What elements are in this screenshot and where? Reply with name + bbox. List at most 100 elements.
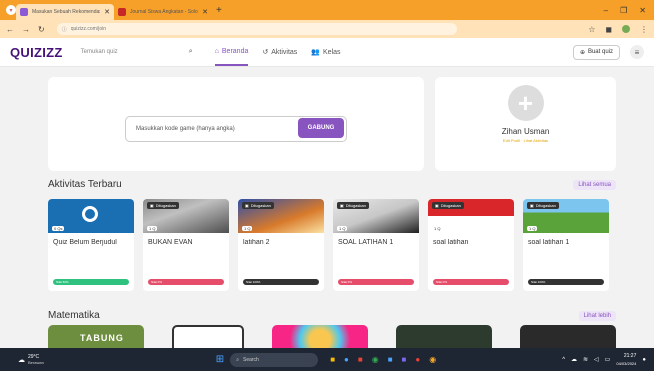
wifi-icon[interactable]: ≋ [583,356,588,363]
see-all-button[interactable]: Lihat semua [573,179,616,190]
math-card[interactable] [272,325,369,348]
url-text: quizizz.com/join [70,26,107,32]
back-icon[interactable]: ← [6,25,14,34]
clock[interactable]: 21:27 04/03/2024 [616,353,636,367]
search-icon: ⌕ [236,356,239,363]
browser-tab-bar: ▾ Masukan Sebuah Rekomendasi Kuis ✕ Jour… [0,0,654,20]
nav-link-aktivitas[interactable]: ↺ Aktivitas [262,38,297,66]
cloud-icon[interactable]: ☁ [571,356,577,363]
forward-icon[interactable]: → [22,25,30,34]
taskbar-search-label: Search [243,356,259,363]
chrome-icon[interactable]: ◉ [429,355,436,364]
activity-card[interactable]: ▣ Ditugaskan 1 Q BUKAN EVAN Nilai 0% [143,199,229,291]
extensions-icon[interactable]: ◼ [605,25,612,34]
activity-card[interactable]: ▣ Ditugaskan 1 Q latihan 2 Nilai 100% [238,199,324,291]
app-icon[interactable]: ● [415,355,420,364]
weather-widget[interactable]: ☁ 29°C Berawan [18,354,44,365]
question-count: 1 Q [147,226,158,231]
close-window-icon[interactable]: ✕ [639,6,646,15]
math-card[interactable] [396,325,493,348]
assigned-badge: ▣ Ditugaskan [242,202,274,209]
favicon-icon [20,8,28,16]
restore-icon[interactable]: ❐ [620,6,627,15]
activity-card[interactable]: ▣ Ditugaskan 1 Q soal latihan Nilai 0% [428,199,514,291]
browser-tab-1[interactable]: Masukan Sebuah Rekomendasi Kuis ✕ [16,4,114,20]
card-title: soal latihan 1 [528,239,570,246]
browser-profile-icon[interactable] [622,25,630,33]
assigned-badge-label: Ditugaskan [535,203,556,208]
browser-edge-icon[interactable]: ◉ [372,355,379,364]
nav-link-beranda[interactable]: ⌂ Beranda [214,38,249,66]
chat-icon[interactable]: ● [344,355,349,364]
math-card-label: TABUNG [80,333,124,343]
chevron-up-icon[interactable]: ^ [562,357,565,363]
speaker-icon[interactable]: ◁ [594,356,599,363]
assigned-badge: ▣ Ditugaskan [432,202,464,209]
assignment-icon: ▣ [340,203,344,208]
new-tab-icon[interactable]: + [216,5,222,16]
assigned-badge-label: Ditugaskan [345,203,366,208]
close-icon[interactable]: ✕ [104,8,110,16]
search-input[interactable]: Temukan quiz ⌕ [77,44,197,60]
create-quiz-label: Buat quiz [587,49,613,55]
minimize-icon[interactable]: – [604,6,608,15]
nav-link-label: Kelas [323,48,341,56]
score-bar: Nilai 100% [243,279,319,285]
quizizz-logo[interactable]: QUIZIZZ [10,45,63,60]
question-count: 1 Q [527,226,538,231]
file-explorer-icon[interactable]: ■ [330,355,335,364]
store-icon[interactable]: ■ [388,355,393,364]
score-bar: Nilai 100% [528,279,604,285]
create-quiz-button[interactable]: ⊕ Buat quiz [572,44,620,60]
browser-tab-2[interactable]: Journal Siswa Angkatan - Solomon ✕ [114,4,212,20]
assigned-badge: ▣ Ditugaskan [337,202,369,209]
assignment-icon: ▣ [435,203,439,208]
math-section-header: Matematika Lihat lebih [48,310,616,321]
math-card[interactable] [520,325,616,348]
card-title: soal latihan [433,239,469,246]
search-icon[interactable]: ⌕ [189,48,193,56]
math-cards: TABUNG [48,325,616,348]
nav-link-kelas[interactable]: 👥 Kelas [311,38,340,66]
bookmark-star-icon[interactable]: ☆ [588,25,595,34]
plus-circle-icon: ⊕ [579,49,585,56]
card-title: latihan 2 [243,239,270,246]
windows-taskbar: ☁ 29°C Berawan ⊞ ⌕ Search ■ ● ■ ◉ ■ ■ ● … [0,348,654,371]
math-card[interactable] [171,325,245,348]
site-info-icon[interactable]: ⓘ [62,26,67,33]
menu-icon[interactable]: ≡ [630,45,644,59]
avatar-plus-icon[interactable]: + [507,85,544,121]
card-title: Quiz Belum Berjudul [53,239,117,246]
quizizz-navbar: QUIZIZZ Temukan quiz ⌕ ⌂ Beranda ↺ Aktiv… [0,38,654,67]
see-more-button[interactable]: Lihat lebih [578,310,616,321]
join-button[interactable]: GABUNG [298,118,344,138]
battery-icon[interactable]: ▭ [605,356,611,363]
taskbar-search[interactable]: ⌕ Search [230,352,319,367]
system-tray: ^ ☁ ≋ ◁ ▭ 21:27 04/03/2024 ● [562,353,654,367]
home-icon: ⌂ [214,47,219,55]
windows-start-icon[interactable]: ⊞ [216,354,224,365]
weather-desc: Berawan [28,360,44,365]
close-icon[interactable]: ✕ [202,8,208,16]
url-field[interactable]: ⓘ quizizz.com/join [56,23,457,35]
math-section-title: Matematika [48,310,100,321]
activity-card[interactable]: 0 Qs Quiz Belum Berjudul Nilai 60% [48,199,134,291]
activity-card[interactable]: ▣ Ditugaskan 1 Q soal latihan 1 Nilai 100… [523,199,609,291]
profile-card: + Zihan Usman Edit Profil · Lihat Aktivi… [435,77,616,171]
score-bar: Nilai 0% [338,279,414,285]
reload-icon[interactable]: ↻ [38,25,45,34]
nav-link-label: Beranda [221,47,249,55]
clock-time: 21:27 [623,352,637,359]
activity-card[interactable]: ▣ Ditugaskan 1 Q SOAL LATIHAN 1 Nilai 0% [333,199,419,291]
recent-activity-header: Aktivitas Terbaru Lihat semua [48,179,616,190]
math-card[interactable]: TABUNG [48,325,144,348]
app-icon[interactable]: ■ [358,355,363,364]
browser-more-icon[interactable]: ⋮ [640,25,648,34]
profile-links[interactable]: Edit Profil · Lihat Aktivitas [435,138,616,143]
score-bar: Nilai 60% [53,279,129,285]
question-count: 1 Q [432,226,443,231]
assignment-icon: ▣ [530,203,534,208]
browser-menu-icon[interactable]: ▾ [6,5,16,15]
app-icon[interactable]: ■ [402,355,407,364]
notification-bell-icon[interactable]: ● [642,357,646,363]
